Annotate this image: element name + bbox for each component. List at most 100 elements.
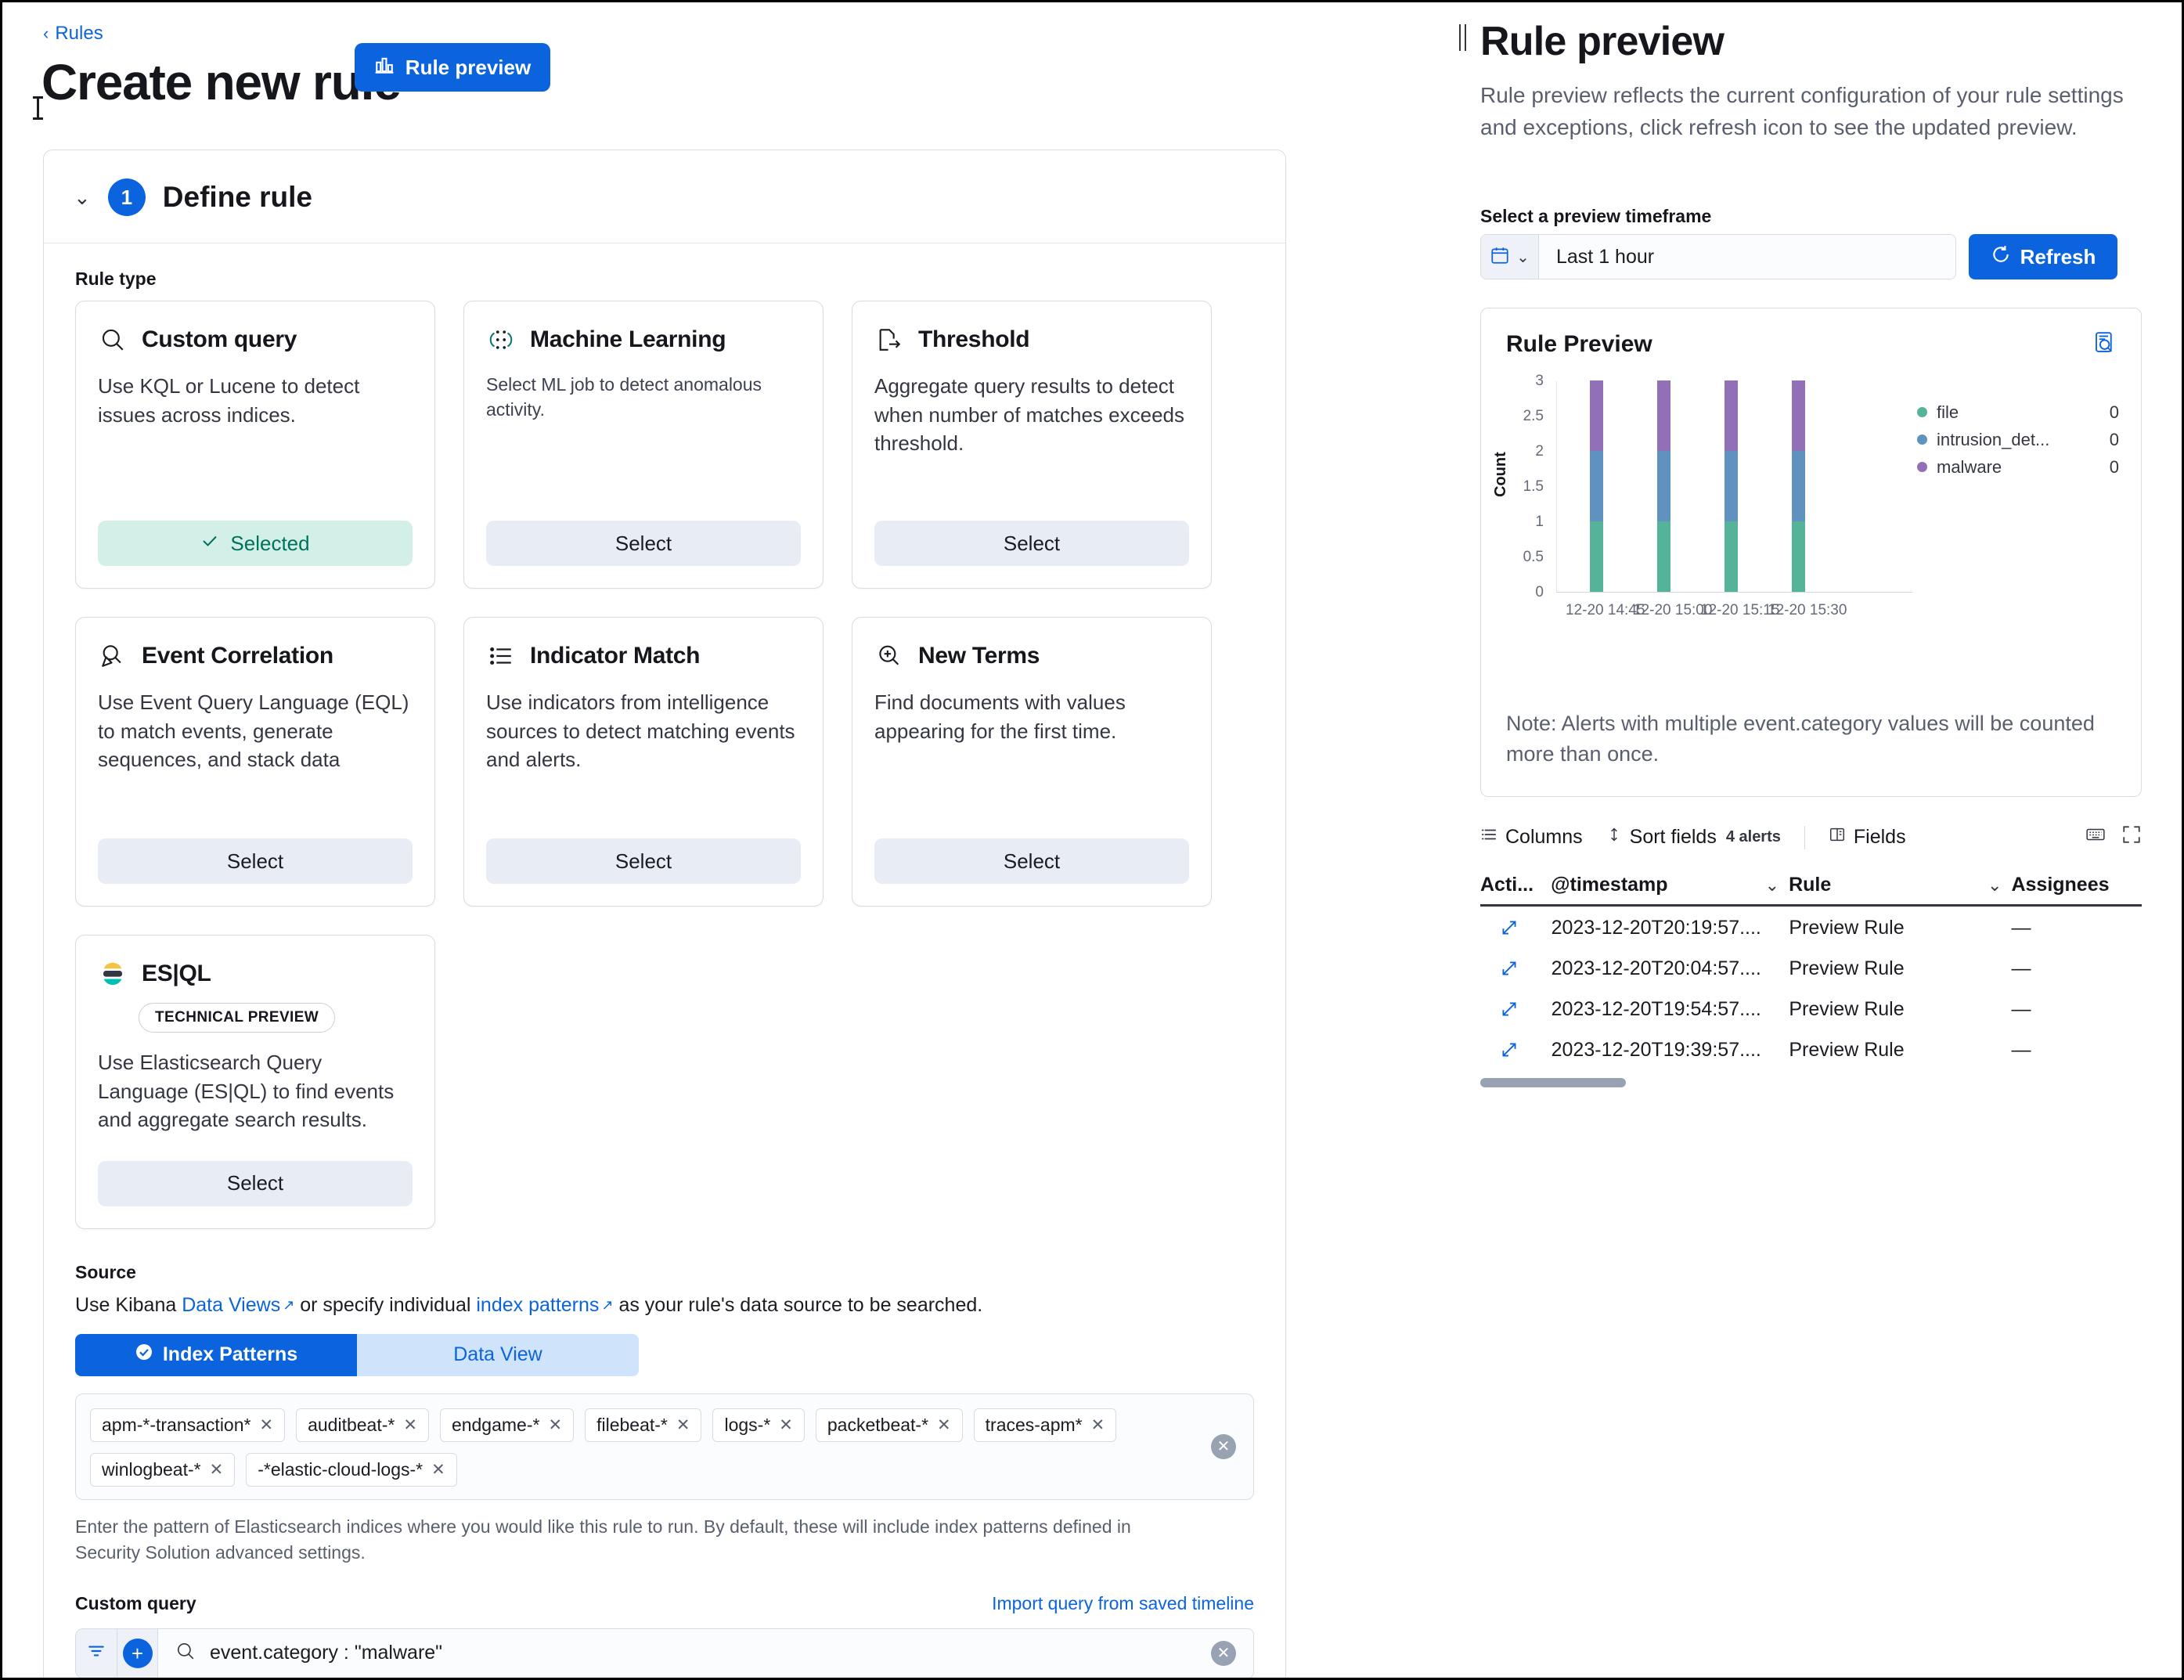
column-header-rule[interactable]: Rule ⌄: [1789, 874, 2011, 896]
refresh-button[interactable]: Refresh: [1969, 234, 2117, 279]
chart-bar-segment-malware: [1590, 380, 1603, 451]
tab-index-patterns[interactable]: Index Patterns: [75, 1333, 357, 1376]
rule-type-card-threshold[interactable]: Threshold Aggregate query results to det…: [852, 301, 1212, 589]
keyboard-shortcuts-icon[interactable]: [2085, 824, 2106, 850]
breadcrumb-rules[interactable]: ‹ Rules: [43, 23, 103, 45]
chart-bar[interactable]: [1657, 380, 1670, 592]
pill-label: apm-*-transaction*: [102, 1414, 251, 1435]
rule-type-card-custom-query[interactable]: Custom query Use KQL or Lucene to detect…: [75, 301, 435, 589]
custom-query-label: Custom query: [75, 1592, 196, 1613]
rule-type-select-button[interactable]: Select: [98, 838, 413, 884]
close-icon[interactable]: ✕: [548, 1415, 562, 1435]
index-pattern-pill[interactable]: logs-* ✕: [712, 1408, 805, 1442]
index-pattern-pill[interactable]: endgame-* ✕: [439, 1408, 575, 1442]
index-patterns-link[interactable]: index patterns: [476, 1294, 599, 1316]
rule-type-select-button[interactable]: Select: [98, 1160, 413, 1206]
rule-type-button-label: Select: [226, 1171, 284, 1195]
rule-type-select-button[interactable]: Select: [874, 521, 1189, 566]
panel-resize-handle[interactable]: [1457, 24, 1468, 51]
legend-item[interactable]: malware 0: [1917, 453, 2119, 481]
step-number-badge: 1: [107, 178, 146, 216]
rule-type-select-button[interactable]: Select: [486, 521, 801, 566]
rule-type-name: Event Correlation: [142, 643, 333, 669]
chart-bar[interactable]: [1590, 380, 1603, 592]
expand-row-icon[interactable]: [1480, 999, 1552, 1019]
rule-type-select-button[interactable]: Select: [874, 838, 1189, 884]
clear-query-icon[interactable]: ✕: [1211, 1640, 1236, 1666]
external-link-icon: ↗: [601, 1296, 614, 1313]
table-row[interactable]: 2023-12-20T20:04:57.... Preview Rule —: [1480, 948, 2142, 989]
table-horizontal-scrollbar[interactable]: [1480, 1078, 1626, 1087]
add-filter-button[interactable]: +: [117, 1628, 157, 1678]
rule-type-card-new-terms[interactable]: New Terms Find documents with values app…: [852, 617, 1212, 907]
rule-preview-button[interactable]: Rule preview: [355, 43, 550, 92]
tab-data-view[interactable]: Data View: [357, 1333, 639, 1376]
close-icon[interactable]: ✕: [259, 1415, 273, 1435]
alerts-table-toolbar: Columns Sort fields 4 alerts Fields: [1480, 824, 2142, 861]
index-pattern-pill[interactable]: traces-apm* ✕: [973, 1408, 1117, 1442]
clear-all-icon[interactable]: ✕: [1211, 1433, 1236, 1459]
close-icon[interactable]: ✕: [937, 1415, 951, 1435]
close-icon[interactable]: ✕: [676, 1415, 690, 1435]
chevron-left-icon: ‹: [43, 23, 49, 43]
fullscreen-icon[interactable]: [2121, 824, 2142, 850]
rule-type-card-event-correlation[interactable]: Event Correlation Use Event Query Langua…: [75, 617, 435, 907]
rule-type-card-indicator-match[interactable]: Indicator Match Use indicators from inte…: [463, 617, 824, 907]
close-icon[interactable]: ✕: [210, 1460, 224, 1480]
tab-index-patterns-label: Index Patterns: [162, 1343, 298, 1366]
calendar-icon: [1490, 245, 1510, 269]
chart-bar[interactable]: [1724, 380, 1738, 592]
expand-row-icon[interactable]: [1480, 918, 1552, 938]
sort-fields-button[interactable]: Sort fields: [1606, 826, 1717, 849]
data-views-link[interactable]: Data Views: [182, 1294, 280, 1316]
expand-row-icon[interactable]: [1480, 1040, 1552, 1060]
columns-icon: [1480, 826, 1497, 849]
timeframe-select[interactable]: ⌄ Last 1 hour: [1480, 234, 1956, 279]
close-icon[interactable]: ✕: [779, 1415, 793, 1435]
chevron-down-icon[interactable]: ⌄: [74, 186, 91, 210]
chevron-down-icon[interactable]: ⌄: [1765, 875, 1779, 896]
index-pattern-pill[interactable]: filebeat-* ✕: [585, 1408, 702, 1442]
legend-item[interactable]: file 0: [1917, 398, 2119, 426]
expand-row-icon[interactable]: [1480, 958, 1552, 979]
fields-button[interactable]: Fields: [1829, 826, 1906, 849]
index-pattern-pill[interactable]: packetbeat-* ✕: [815, 1408, 963, 1442]
chevron-down-icon[interactable]: ⌄: [1988, 875, 2002, 896]
timeframe-value: Last 1 hour: [1556, 245, 1655, 268]
magnifier-icon: [98, 325, 128, 355]
index-pattern-pill[interactable]: winlogbeat-* ✕: [90, 1452, 236, 1487]
calendar-dropdown-button[interactable]: ⌄: [1481, 235, 1539, 279]
define-rule-step-header[interactable]: ⌄ 1 Define rule: [44, 150, 1285, 243]
custom-query-input[interactable]: event.category : "malware" ✕: [157, 1628, 1254, 1678]
index-pattern-pill[interactable]: auditbeat-* ✕: [296, 1408, 429, 1442]
fields-icon: [1829, 826, 1846, 849]
index-pattern-pill-list: apm-*-transaction* ✕ auditbeat-* ✕ endgame…: [90, 1408, 1239, 1487]
rule-type-description: Select ML job to detect anomalous activi…: [486, 374, 762, 420]
table-row[interactable]: 2023-12-20T19:54:57.... Preview Rule —: [1480, 989, 2142, 1029]
columns-button[interactable]: Columns: [1480, 826, 1583, 849]
rule-type-card-esql[interactable]: ES|QL TECHNICAL PREVIEW Use Elasticsearc…: [75, 935, 435, 1229]
legend-item[interactable]: intrusion_det... 0: [1917, 426, 2119, 453]
inspect-icon[interactable]: [2092, 330, 2116, 358]
index-pattern-pill[interactable]: -*elastic-cloud-logs-* ✕: [246, 1452, 457, 1487]
index-patterns-combobox[interactable]: apm-*-transaction* ✕ auditbeat-* ✕ endgame…: [75, 1393, 1254, 1500]
filter-options-button[interactable]: [76, 1629, 117, 1678]
chart-y-tick: 1: [1535, 514, 1544, 530]
close-icon[interactable]: ✕: [403, 1415, 417, 1435]
rule-type-select-button[interactable]: Select: [486, 838, 801, 884]
chart-y-tick: 1.5: [1523, 478, 1544, 495]
rule-type-description: Find documents with values appearing for…: [874, 690, 1126, 743]
technical-preview-badge: TECHNICAL PREVIEW: [139, 1003, 336, 1033]
index-pattern-pill[interactable]: apm-*-transaction* ✕: [90, 1408, 286, 1442]
chart-bar[interactable]: [1792, 380, 1805, 592]
close-icon[interactable]: ✕: [1091, 1415, 1105, 1435]
import-query-link[interactable]: Import query from saved timeline: [992, 1593, 1254, 1614]
column-header-timestamp[interactable]: @timestamp ⌄: [1551, 874, 1789, 896]
close-icon[interactable]: ✕: [431, 1460, 445, 1480]
table-row[interactable]: 2023-12-20T19:39:57.... Preview Rule —: [1480, 1029, 2142, 1070]
page-title: Create new rule: [41, 54, 402, 110]
table-row[interactable]: 2023-12-20T20:19:57.... Preview Rule —: [1480, 907, 2142, 948]
rule-type-card-machine-learning[interactable]: Machine Learning Select ML job to detect…: [463, 301, 824, 589]
rule-type-selected-button[interactable]: Selected: [98, 521, 413, 566]
source-section: Source Use Kibana Data Views ↗ or specify…: [44, 1229, 1285, 1566]
